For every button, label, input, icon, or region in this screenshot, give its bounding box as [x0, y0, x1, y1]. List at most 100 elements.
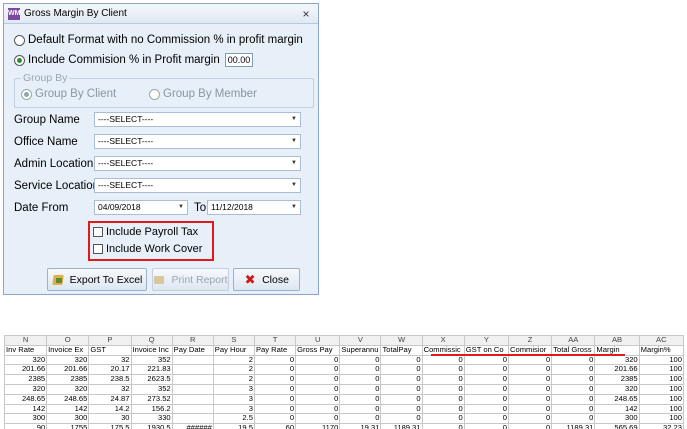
column-letter[interactable]: U	[295, 335, 341, 346]
print-report-button[interactable]: Print Report	[152, 268, 229, 291]
table-cell[interactable]: 0	[339, 354, 382, 366]
table-cell[interactable]: 0	[463, 374, 510, 385]
table-cell[interactable]: 248.65	[3, 393, 48, 405]
column-letter[interactable]: Y	[463, 335, 510, 346]
column-letter[interactable]: W	[380, 335, 423, 346]
table-cell[interactable]: 2385	[46, 374, 90, 385]
column-header[interactable]: Inv Rate	[3, 344, 48, 356]
table-cell[interactable]: 0	[507, 374, 553, 385]
table-cell[interactable]: 0	[507, 403, 553, 415]
table-cell[interactable]: 2	[212, 364, 255, 376]
table-cell[interactable]: 0	[421, 364, 465, 376]
table-cell[interactable]: 19.5	[212, 423, 255, 429]
table-cell[interactable]: 2385	[594, 374, 640, 385]
radio-button-selected[interactable]	[21, 88, 32, 100]
table-cell[interactable]: 0	[551, 393, 596, 405]
radio-group-by-member[interactable]: Group By Member	[149, 88, 257, 100]
table-cell[interactable]: 24.87	[88, 393, 132, 405]
table-cell[interactable]: 0	[253, 383, 297, 395]
table-cell[interactable]: 0	[463, 403, 510, 415]
table-cell[interactable]: 0	[295, 364, 341, 376]
table-cell[interactable]: 2	[212, 354, 255, 366]
table-cell[interactable]: 32	[88, 383, 132, 395]
table-cell[interactable]: 238.5	[88, 374, 132, 385]
table-cell[interactable]: 352	[130, 383, 173, 395]
office-name-select[interactable]: ----SELECT---- ▼	[94, 134, 301, 149]
table-cell[interactable]: 0	[551, 383, 596, 395]
table-cell[interactable]: 0	[421, 374, 465, 385]
table-cell[interactable]: 273.52	[130, 393, 173, 405]
table-cell[interactable]: 0	[507, 423, 553, 429]
column-letter[interactable]: Q	[130, 335, 173, 346]
table-cell[interactable]: 0	[339, 383, 382, 395]
date-to-picker[interactable]: 11/12/2018 ▼	[207, 200, 301, 215]
table-cell[interactable]: 100	[638, 383, 685, 395]
table-cell[interactable]: 0	[253, 413, 297, 425]
table-cell[interactable]: 0	[551, 354, 596, 366]
column-letter[interactable]: X	[421, 335, 465, 346]
table-cell[interactable]: 0	[380, 354, 423, 366]
table-cell[interactable]: 0	[295, 374, 341, 385]
table-cell[interactable]: 300	[46, 413, 90, 425]
table-cell[interactable]	[171, 374, 214, 385]
table-cell[interactable]: 0	[253, 403, 297, 415]
table-cell[interactable]: 32	[88, 354, 132, 366]
table-cell[interactable]	[171, 393, 214, 405]
table-cell[interactable]: 0	[295, 393, 341, 405]
column-letter[interactable]: P	[88, 335, 132, 346]
table-cell[interactable]: 248.65	[46, 393, 90, 405]
column-header[interactable]: Pay Rate	[253, 344, 297, 356]
table-cell[interactable]: 201.66	[3, 364, 48, 376]
table-cell[interactable]: 320	[3, 354, 48, 366]
table-cell[interactable]: 201.66	[594, 364, 640, 376]
table-cell[interactable]	[171, 383, 214, 395]
radio-button[interactable]	[149, 88, 160, 100]
radio-button[interactable]	[14, 34, 25, 46]
column-header[interactable]: Invoice Ex	[46, 344, 90, 356]
table-cell[interactable]: 0	[253, 364, 297, 376]
table-cell[interactable]: 0	[551, 413, 596, 425]
table-cell[interactable]: 156.2	[130, 403, 173, 415]
table-cell[interactable]: 320	[46, 383, 90, 395]
include-payroll-tax-checkbox[interactable]: Include Payroll Tax	[93, 226, 198, 238]
table-cell[interactable]: 0	[551, 364, 596, 376]
close-button[interactable]: ✖ Close	[233, 268, 300, 291]
column-letter[interactable]: O	[46, 335, 90, 346]
table-cell[interactable]: 0	[507, 393, 553, 405]
table-cell[interactable]: 3	[212, 383, 255, 395]
table-cell[interactable]: 142	[3, 403, 48, 415]
table-cell[interactable]: 0	[253, 374, 297, 385]
table-cell[interactable]: 0	[380, 364, 423, 376]
table-cell[interactable]: 14.2	[88, 403, 132, 415]
table-cell[interactable]: 0	[295, 354, 341, 366]
table-cell[interactable]: 3	[212, 393, 255, 405]
table-cell[interactable]: 0	[380, 393, 423, 405]
column-header[interactable]: GST	[88, 344, 132, 356]
table-cell[interactable]: 0	[463, 423, 510, 429]
table-cell[interactable]: 0	[339, 374, 382, 385]
table-cell[interactable]: 0	[463, 393, 510, 405]
table-cell[interactable]: 0	[421, 413, 465, 425]
chevron-down-icon[interactable]: ▼	[288, 135, 300, 148]
table-cell[interactable]: 2.5	[212, 413, 255, 425]
table-cell[interactable]	[171, 354, 214, 366]
table-cell[interactable]: 0	[339, 413, 382, 425]
table-cell[interactable]: 2	[212, 374, 255, 385]
column-letter[interactable]: AB	[594, 335, 640, 346]
table-cell[interactable]: 352	[130, 354, 173, 366]
table-cell[interactable]: 100	[638, 364, 685, 376]
column-letter[interactable]: T	[253, 335, 297, 346]
table-cell[interactable]: 0	[295, 413, 341, 425]
table-cell[interactable]: 0	[421, 403, 465, 415]
table-cell[interactable]: 100	[638, 413, 685, 425]
chevron-down-icon[interactable]: ▼	[288, 113, 300, 126]
chevron-down-icon[interactable]: ▼	[175, 201, 187, 214]
column-header[interactable]: Pay Hour	[212, 344, 255, 356]
table-cell[interactable]: 0	[507, 413, 553, 425]
service-location-select[interactable]: ----SELECT---- ▼	[94, 178, 301, 193]
column-letter[interactable]: N	[3, 335, 48, 346]
table-cell[interactable]: 221.83	[130, 364, 173, 376]
table-cell[interactable]: 20.17	[88, 364, 132, 376]
table-cell[interactable]: 142	[594, 403, 640, 415]
table-cell[interactable]: 300	[3, 413, 48, 425]
